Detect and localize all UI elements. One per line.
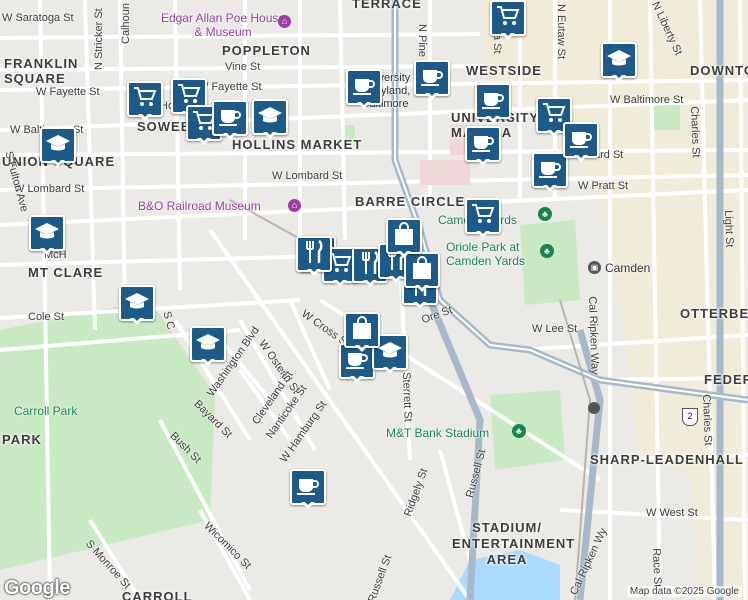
cart-icon	[133, 86, 157, 113]
hood-label: PARK	[2, 432, 42, 447]
museum-icon: ⌂	[278, 15, 291, 28]
route-2-shield: 2	[682, 408, 698, 426]
map-marker-coffee[interactable]	[212, 100, 248, 140]
map-marker-coffee[interactable]	[290, 469, 326, 509]
park-icon: ♣	[538, 207, 552, 221]
school-icon	[195, 332, 221, 357]
map-marker-school[interactable]	[40, 127, 76, 167]
map-marker-cart[interactable]	[127, 81, 163, 121]
street-label: Calhoun St	[120, 0, 132, 44]
map-marker-coffee[interactable]	[563, 122, 599, 162]
map-marker-bag[interactable]	[344, 312, 380, 352]
street-label: Race St	[650, 548, 664, 588]
oriole-park-label[interactable]: Oriole Park at Camden Yards	[446, 240, 536, 268]
street-label: W Fayette St	[36, 86, 100, 98]
street-label: Vine St	[225, 61, 261, 73]
street-label: Cole St	[28, 311, 65, 323]
school-icon	[34, 221, 60, 246]
park-icon: ♣	[512, 424, 526, 438]
hood-label: POPPLETON	[222, 43, 311, 58]
restaurant-icon	[303, 239, 325, 269]
hood-label: HOLLINS MARKET	[232, 137, 363, 152]
school-icon	[45, 133, 71, 158]
hood-label: OTTERBEIN	[680, 306, 748, 321]
cart-icon	[471, 203, 495, 230]
street-label: Charles St	[700, 394, 714, 446]
street-label: N Stricker St	[93, 8, 105, 70]
train-icon: ▣	[588, 261, 601, 274]
map-marker-coffee[interactable]	[414, 60, 450, 100]
hood-label: STADIUM/ ENTERTAINMENT AREA	[452, 520, 576, 567]
coffee-icon	[481, 88, 505, 115]
hood-label: SHARP-LEADENHALL	[590, 452, 744, 467]
coffee-icon	[569, 127, 593, 154]
hood-label: FEDER	[704, 372, 748, 387]
map-canvas[interactable]: TERRACE POPPLETON FRANKLIN SQUARE WESTSI…	[0, 0, 748, 600]
street-label: W Pratt St	[578, 180, 629, 192]
map-marker-school[interactable]	[601, 42, 637, 82]
map-marker-coffee[interactable]	[346, 69, 382, 109]
school-icon	[606, 48, 632, 73]
street-label: Sterrett St	[400, 372, 414, 422]
hood-label: DOWNTO	[690, 63, 748, 78]
street-label: W Saratoga St	[2, 12, 74, 24]
street-label: W Lee St	[532, 323, 578, 335]
school-icon	[257, 105, 283, 130]
mt-stadium-label[interactable]: M&T Bank Stadium	[386, 426, 489, 440]
street-label: W Baltimore St	[610, 94, 684, 106]
bo-museum-label[interactable]: B&O Railroad Museum	[138, 199, 261, 213]
camden-station-label[interactable]: Camden	[605, 261, 650, 275]
hood-label: TERRACE	[352, 0, 422, 11]
map-marker-coffee[interactable]	[465, 126, 501, 166]
hood-label: SOWEB	[137, 119, 192, 134]
carroll-park-label[interactable]: Carroll Park	[14, 404, 84, 418]
bag-icon	[411, 255, 433, 285]
map-marker-coffee[interactable]	[475, 83, 511, 123]
map-marker-cart[interactable]	[490, 0, 526, 40]
hood-label: BARRE CIRCLE	[355, 194, 466, 209]
map-marker-cart[interactable]	[465, 198, 501, 238]
hood-label: WESTSIDE	[466, 63, 542, 78]
street-label: Light St	[722, 210, 736, 248]
poe-house-label[interactable]: Edgar Allan Poe House & Museum	[158, 11, 288, 39]
rail-station-icon	[588, 402, 600, 414]
coffee-icon	[352, 74, 376, 101]
bag-icon	[393, 221, 415, 251]
street-label: W Fayette St	[198, 81, 262, 93]
coffee-icon	[420, 65, 444, 92]
school-icon	[124, 291, 150, 316]
street-label: W West St	[646, 507, 698, 519]
park-icon: ♣	[540, 244, 554, 258]
hood-label: FRANKLIN SQUARE	[4, 56, 79, 86]
street-label: Charles St	[688, 106, 702, 158]
map-marker-school[interactable]	[190, 326, 226, 366]
bag-icon	[351, 315, 373, 345]
coffee-icon	[538, 157, 562, 184]
street-label: W Lombard St	[272, 170, 343, 182]
map-marker-school[interactable]	[119, 285, 155, 325]
museum-icon: ⌂	[288, 199, 301, 212]
map-marker-bag[interactable]	[386, 218, 422, 258]
coffee-icon	[218, 105, 242, 132]
street-label: N Eutaw St	[555, 4, 567, 60]
map-attribution[interactable]: Map data ©2025 Google	[626, 586, 742, 597]
coffee-icon	[296, 474, 320, 501]
hood-label: CARROLL	[122, 589, 193, 600]
map-marker-school[interactable]	[252, 99, 288, 139]
map-marker-bag[interactable]	[404, 252, 440, 292]
school-icon	[377, 340, 403, 365]
hood-label: MT CLARE	[28, 265, 104, 280]
coffee-icon	[471, 131, 495, 158]
cart-icon	[496, 5, 520, 32]
google-logo[interactable]: Google	[4, 577, 70, 600]
map-marker-restaurant[interactable]	[296, 236, 332, 276]
map-marker-school[interactable]	[29, 215, 65, 255]
